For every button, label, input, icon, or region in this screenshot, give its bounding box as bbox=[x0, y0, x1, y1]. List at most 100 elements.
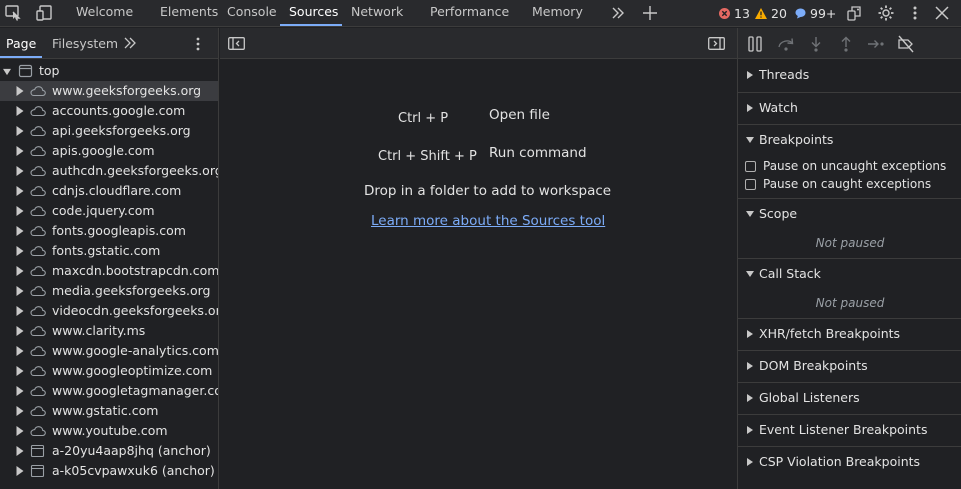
collapsed-arrow-icon[interactable] bbox=[16, 126, 24, 136]
tab-welcome[interactable]: Welcome bbox=[76, 0, 133, 27]
csp-violation-breakpoints-section[interactable]: CSP Violation Breakpoints bbox=[738, 446, 961, 476]
tree-root-top[interactable]: top bbox=[0, 61, 218, 81]
pause-caught-option[interactable]: Pause on caught exceptions bbox=[745, 176, 961, 194]
watch-section[interactable]: Watch bbox=[738, 92, 961, 122]
step-into-icon[interactable] bbox=[805, 33, 827, 55]
tree-item[interactable]: authcdn.geeksforgeeks.org bbox=[0, 161, 218, 181]
tree-item[interactable]: www.youtube.com bbox=[0, 421, 218, 441]
tree-item[interactable]: fonts.googleapis.com bbox=[0, 221, 218, 241]
collapsed-arrow-icon[interactable] bbox=[16, 206, 24, 216]
more-options-icon[interactable] bbox=[904, 2, 926, 24]
tree-item-label: accounts.google.com bbox=[52, 103, 186, 118]
cloud-icon bbox=[30, 206, 46, 217]
global-listeners-title: Global Listeners bbox=[759, 390, 860, 405]
tree-item-label: www.googletagmanager.com bbox=[52, 383, 219, 398]
collapsed-arrow-icon[interactable] bbox=[16, 166, 24, 176]
inspect-element-icon[interactable] bbox=[2, 2, 24, 24]
global-listeners-section[interactable]: Global Listeners bbox=[738, 382, 961, 412]
dom-breakpoints-section[interactable]: DOM Breakpoints bbox=[738, 350, 961, 380]
collapsed-arrow-icon[interactable] bbox=[16, 266, 24, 276]
scope-section[interactable]: Scope bbox=[738, 198, 961, 228]
collapsed-arrow-icon[interactable] bbox=[16, 246, 24, 256]
issues-icon[interactable] bbox=[843, 2, 865, 24]
deactivate-breakpoints-icon[interactable] bbox=[895, 33, 917, 55]
device-emulation-icon[interactable] bbox=[33, 2, 55, 24]
toggle-debugger-icon[interactable] bbox=[708, 37, 725, 50]
tree-item[interactable]: api.geeksforgeeks.org bbox=[0, 121, 218, 141]
tab-memory[interactable]: Memory bbox=[532, 0, 583, 27]
tree-item[interactable]: www.google-analytics.com bbox=[0, 341, 218, 361]
step-over-icon[interactable] bbox=[775, 33, 797, 55]
tree-item[interactable]: apis.google.com bbox=[0, 141, 218, 161]
tree-item[interactable]: fonts.gstatic.com bbox=[0, 241, 218, 261]
collapsed-arrow-icon[interactable] bbox=[16, 186, 24, 196]
pause-caught-checkbox[interactable] bbox=[745, 179, 756, 190]
scope-status: Not paused bbox=[815, 236, 885, 250]
tree-item[interactable]: a-20yu4aap8jhq (anchor) bbox=[0, 441, 218, 461]
more-tabs-icon[interactable] bbox=[607, 2, 629, 24]
collapsed-arrow-icon[interactable] bbox=[16, 286, 24, 296]
xhr-breakpoints-section[interactable]: XHR/fetch Breakpoints bbox=[738, 318, 961, 348]
collapsed-arrow-icon[interactable] bbox=[16, 426, 24, 436]
step-out-icon[interactable] bbox=[835, 33, 857, 55]
collapsed-arrow-icon[interactable] bbox=[16, 446, 24, 456]
tab-console[interactable]: Console bbox=[227, 0, 277, 27]
tab-page[interactable]: Page bbox=[6, 28, 36, 59]
tab-elements[interactable]: Elements bbox=[160, 0, 218, 27]
tree-item[interactable]: www.googleoptimize.com bbox=[0, 361, 218, 381]
error-counter[interactable]: 13 bbox=[719, 5, 750, 22]
breakpoints-title: Breakpoints bbox=[759, 132, 834, 147]
tree-item[interactable]: accounts.google.com bbox=[0, 101, 218, 121]
collapsed-arrow-icon[interactable] bbox=[16, 86, 24, 96]
dom-breakpoints-title: DOM Breakpoints bbox=[759, 358, 868, 373]
collapsed-arrow-icon[interactable] bbox=[16, 326, 24, 336]
step-icon[interactable] bbox=[865, 33, 887, 55]
expanded-arrow-icon bbox=[746, 211, 754, 217]
tree-item[interactable]: code.jquery.com bbox=[0, 201, 218, 221]
toggle-navigator-icon[interactable] bbox=[228, 37, 245, 50]
collapsed-arrow-icon[interactable] bbox=[16, 466, 24, 476]
collapsed-arrow-icon[interactable] bbox=[16, 306, 24, 316]
cloud-icon bbox=[30, 366, 46, 377]
collapsed-arrow-icon[interactable] bbox=[16, 226, 24, 236]
tab-filesystem[interactable]: Filesystem bbox=[52, 28, 118, 59]
tree-item[interactable]: videocdn.geeksforgeeks.org bbox=[0, 301, 218, 321]
tree-item[interactable]: a-k05cvpawxuk6 (anchor) bbox=[0, 461, 218, 481]
tree-item[interactable]: www.googletagmanager.com bbox=[0, 381, 219, 401]
collapsed-arrow-icon[interactable] bbox=[16, 106, 24, 116]
tree-item[interactable]: maxcdn.bootstrapcdn.com bbox=[0, 261, 218, 281]
settings-gear-icon[interactable] bbox=[875, 2, 897, 24]
collapsed-arrow-icon[interactable] bbox=[16, 406, 24, 416]
open-file-shortcut: Ctrl + P bbox=[398, 111, 449, 126]
tree-item[interactable]: media.geeksforgeeks.org bbox=[0, 281, 218, 301]
close-devtools-icon[interactable] bbox=[931, 2, 953, 24]
pause-uncaught-label: Pause on uncaught exceptions bbox=[763, 159, 947, 173]
tab-network[interactable]: Network bbox=[351, 0, 403, 27]
collapsed-arrow-icon[interactable] bbox=[16, 346, 24, 356]
add-tab-icon[interactable] bbox=[639, 2, 661, 24]
threads-section[interactable]: Threads bbox=[738, 60, 961, 90]
navigator-menu-icon[interactable] bbox=[196, 37, 200, 51]
tree-item[interactable]: www.geeksforgeeks.org bbox=[0, 81, 218, 101]
tab-sources[interactable]: Sources bbox=[289, 0, 338, 27]
learn-more-link[interactable]: Learn more about the Sources tool bbox=[371, 213, 605, 229]
scope-title: Scope bbox=[759, 206, 798, 221]
pause-icon[interactable] bbox=[744, 33, 766, 55]
event-listener-breakpoints-section[interactable]: Event Listener Breakpoints bbox=[738, 414, 961, 444]
collapsed-arrow-icon[interactable] bbox=[16, 386, 24, 396]
call-stack-section[interactable]: Call Stack bbox=[738, 258, 961, 288]
warning-counter[interactable]: 20 bbox=[755, 5, 787, 22]
more-nav-tabs-icon[interactable] bbox=[124, 37, 137, 49]
pause-uncaught-checkbox[interactable] bbox=[745, 161, 756, 172]
pause-caught-label: Pause on caught exceptions bbox=[763, 177, 932, 191]
tab-performance[interactable]: Performance bbox=[430, 0, 509, 27]
collapsed-arrow-icon[interactable] bbox=[16, 146, 24, 156]
collapsed-arrow-icon bbox=[747, 71, 753, 79]
breakpoints-section[interactable]: Breakpoints bbox=[738, 124, 961, 154]
collapsed-arrow-icon[interactable] bbox=[16, 366, 24, 376]
pause-uncaught-option[interactable]: Pause on uncaught exceptions bbox=[745, 158, 961, 176]
tree-item[interactable]: www.clarity.ms bbox=[0, 321, 218, 341]
message-counter[interactable]: 99+ bbox=[795, 5, 836, 22]
tree-item[interactable]: www.gstatic.com bbox=[0, 401, 218, 421]
tree-item[interactable]: cdnjs.cloudflare.com bbox=[0, 181, 218, 201]
